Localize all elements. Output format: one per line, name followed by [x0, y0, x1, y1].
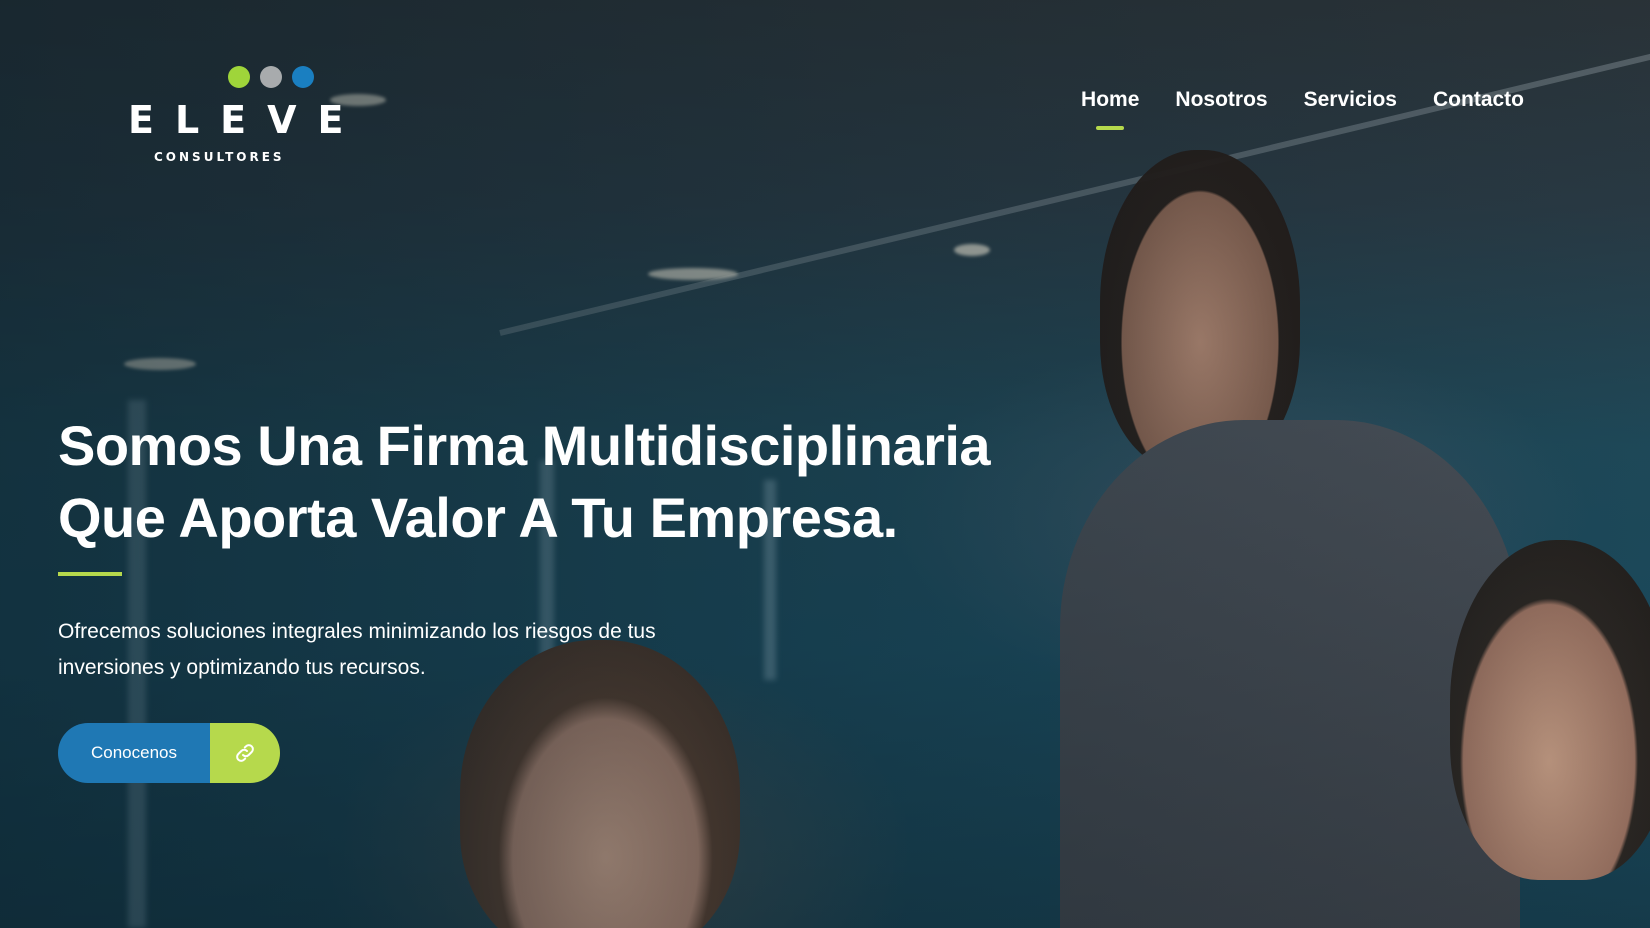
nav-item-servicios[interactable]: Servicios	[1304, 86, 1397, 114]
nav-item-home[interactable]: Home	[1081, 86, 1139, 114]
conocenos-button-label: Conocenos	[58, 723, 210, 783]
hero-title: Somos Una Firma Multidisciplinaria Que A…	[58, 410, 1138, 554]
title-underline	[58, 572, 122, 576]
nav-item-contacto[interactable]: Contacto	[1433, 86, 1524, 114]
main-nav: Home Nosotros Servicios Contacto	[1081, 86, 1524, 114]
hero-title-line-2: Que Aporta Valor A Tu Empresa.	[58, 486, 898, 549]
hero-title-line-1: Somos Una Firma Multidisciplinaria	[58, 414, 991, 477]
nav-item-nosotros[interactable]: Nosotros	[1175, 86, 1267, 114]
hero-description-line-1: Ofrecemos soluciones integrales minimiza…	[58, 620, 656, 643]
brand-logo[interactable]: ELEVE CONSULTORES	[128, 66, 344, 166]
brand-name: ELEVE	[128, 98, 365, 142]
logo-dot-green	[228, 66, 250, 88]
brand-tagline: CONSULTORES	[154, 150, 285, 164]
logo-dot-blue	[292, 66, 314, 88]
conocenos-button[interactable]: Conocenos	[58, 723, 280, 783]
hero-description: Ofrecemos soluciones integrales minimiza…	[58, 614, 778, 686]
logo-dots	[228, 66, 314, 88]
hero-description-line-2: inversiones y optimizando tus recursos.	[58, 656, 426, 679]
link-icon	[210, 723, 280, 783]
logo-dot-gray	[260, 66, 282, 88]
